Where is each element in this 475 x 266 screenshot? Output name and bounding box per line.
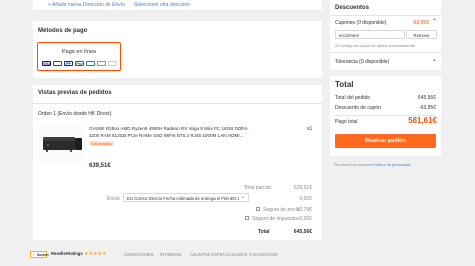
add-address-link[interactable]: + Añadir nueva Dirección de Envío [48,2,125,8]
ratings-badge: ResellerRatings ★★★★★ [51,251,106,257]
shipping-label: Envío [107,196,120,202]
tolerance-label[interactable]: Tolerancia (0 disponible) [335,59,389,65]
ratings-brand: ResellerRatings [51,251,83,256]
discounts-title: Descuentos [335,5,370,11]
remove-coupon-button[interactable]: Remove [406,30,437,39]
privacy-note: Por favor lea nuestra Política de privac… [334,162,410,167]
discounts-panel: Descuentos Cupones (0 disponible) -63,95… [330,0,441,70]
norton-text: Norton [37,253,49,257]
total-row-label: Total del pedido [335,95,371,101]
coupon-code-text: eccorinere [339,33,360,38]
insurance-checkbox[interactable] [256,207,260,211]
tax-insurance-checkbox[interactable] [245,216,249,220]
footer-link: © BANGGOOD [249,252,278,257]
privacy-note-prefix: Por favor lea nuestra [334,162,372,167]
chevron-down-icon[interactable]: ⌄ [432,56,437,63]
place-order-button[interactable]: Realizar pedido [335,134,436,148]
product-quantity: x1 [307,126,313,132]
product-price: 639,51€ [89,163,111,169]
applepay-logo: Pay [75,61,84,66]
coupon-label: Cupones (0 disponible) [335,20,387,26]
payment-section: Métodos de pago Pago en línea VISA PP Pay [33,21,322,78]
payment-option-online[interactable]: Pago en línea VISA PP Pay [37,42,121,71]
footer: ✓ Norton ResellerRatings ★★★★★ CONDICION… [30,251,330,261]
subtotal-label: Total parcial: [243,185,272,191]
tax-insurance-value: 0,00€ [299,216,312,222]
mastercard-logo [53,61,62,66]
card-logo [86,61,95,66]
footer-link[interactable]: ASUNTOS ESPECIALIZADOS [190,252,247,257]
pay-value: 581,61€ [408,116,437,125]
coupon-code-input[interactable]: eccorinere [335,30,405,39]
insurance-label: Seguro de envío [263,207,300,213]
privacy-policy-link[interactable]: Política de privacidad [372,162,410,167]
grand-total-label: Total [258,229,270,235]
divider [330,52,441,53]
product-title[interactable]: CHUWI RzBox AMD Ryzen9 4900H Radeon RX V… [89,126,257,139]
check-icon: ✓ [32,252,37,258]
shipping-select[interactable]: EU Correo Directo Fecha estimada de entr… [123,193,249,202]
visa-logo: VISA [42,61,52,66]
payment-title: Métodos de pago [38,28,88,34]
total-panel: Total Total del pedido 645,56€ Descuento d… [330,76,441,156]
insurance-value: 12,79€ [296,207,312,213]
subtotal-value: 639,51€ [293,185,312,191]
select-address-link[interactable]: Seleccione otra dirección [134,2,190,8]
coupon-value: -63,95€ [412,20,429,26]
rating-stars: ★★★★★ [84,251,107,257]
total-row-value: -63,95€ [419,105,436,111]
address-strip: + Añadir nueva Dirección de Envío Selecc… [33,0,322,10]
pay-label: Pago total [335,119,358,125]
chevron-down-icon: ⌄ [240,194,245,200]
footer-link[interactable]: INTIMIDAD [160,252,181,257]
chevron-up-icon[interactable]: ⌃ [432,18,437,25]
divider [330,15,441,16]
remove-label: Remove [413,33,430,38]
norton-badge: ✓ Norton [30,251,49,258]
footer-link[interactable]: CONDICIONES [124,252,154,257]
card-logo [97,61,106,66]
payment-option-label: Pago en línea [62,49,96,55]
grand-total-value: 645,56€ [293,229,312,235]
preview-title: Vistas previas de pedidos [38,90,112,96]
product-image[interactable] [39,126,85,162]
tax-badge: IVA incluido [89,141,114,146]
divider [33,103,322,104]
total-title: Total [335,80,354,89]
tax-insurance-label: Seguro de impuestos [252,216,300,222]
order-label: Orden 1 (Envío desde HK Direct) [38,111,112,117]
order-preview-section: Vistas previas de pedidos Orden 1 (Envío… [33,85,322,240]
card-logo [108,61,117,66]
mini-pc-icon [43,137,82,152]
shipping-option-text: EU Correo Directo Fecha estimada de entr… [127,196,239,201]
shipping-value: 0,00€ [299,196,312,202]
coupon-applied-message: ¡El código de cupón se aplicó correctame… [335,43,416,48]
total-row-label: Descuento de cupón [335,105,381,111]
paypal-logo: PP [64,61,73,66]
total-row-value: 645,56€ [417,95,436,101]
